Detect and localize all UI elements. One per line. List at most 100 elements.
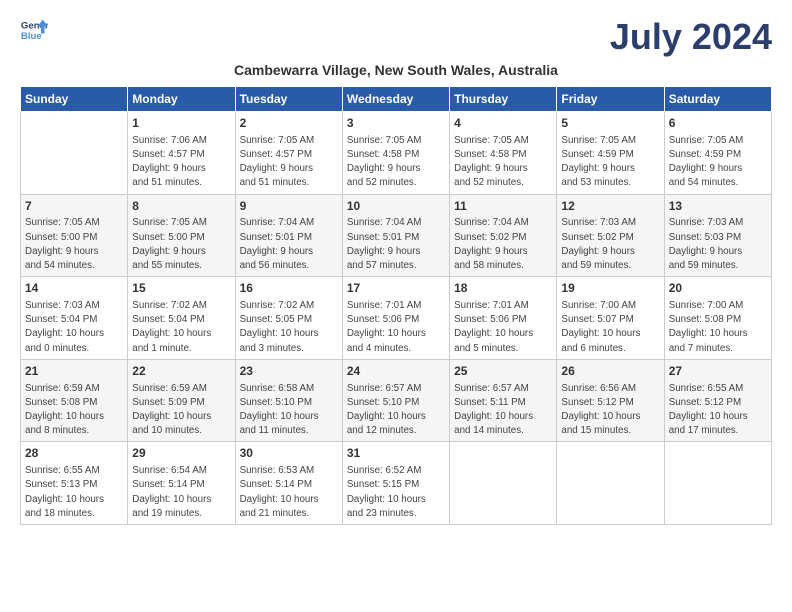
calendar-cell: 21 Sunrise: 6:59 AM Sunset: 5:08 PM Dayli… [21,359,128,442]
day-number: 17 [347,280,445,297]
day-info: Sunrise: 7:06 AM Sunset: 4:57 PM Dayligh… [132,134,230,191]
calendar-cell: 1 Sunrise: 7:06 AM Sunset: 4:57 PM Daylig… [128,112,235,195]
day-info: Sunrise: 7:04 AM Sunset: 5:02 PM Dayligh… [454,216,552,273]
day-info: Sunrise: 7:05 AM Sunset: 5:00 PM Dayligh… [132,216,230,273]
day-info: Sunrise: 7:05 AM Sunset: 4:58 PM Dayligh… [454,134,552,191]
calendar-cell [664,442,771,525]
calendar-cell: 9Sunrise: 7:04 AM Sunset: 5:01 PM Daylig… [235,194,342,277]
day-number: 14 [25,280,123,297]
day-number: 2 [240,115,338,132]
calendar-cell: 19 Sunrise: 7:00 AM Sunset: 5:07 PM Dayli… [557,277,664,360]
calendar-cell: 30Sunrise: 6:53 AM Sunset: 5:14 PM Dayli… [235,442,342,525]
day-info: Sunrise: 7:02 AM Sunset: 5:05 PM Dayligh… [240,299,338,356]
day-number: 16 [240,280,338,297]
day-number: 25 [454,363,552,380]
logo: General Blue [20,16,48,44]
calendar-cell: 22 Sunrise: 6:59 AM Sunset: 5:09 PM Dayli… [128,359,235,442]
day-number: 8 [132,198,230,215]
calendar-cell: 11Sunrise: 7:04 AM Sunset: 5:02 PM Dayli… [450,194,557,277]
day-number: 19 [561,280,659,297]
calendar-cell [21,112,128,195]
calendar-cell: 23 Sunrise: 6:58 AM Sunset: 5:10 PM Dayli… [235,359,342,442]
day-number: 27 [669,363,767,380]
calendar-cell: 29 Sunrise: 6:54 AM Sunset: 5:14 PM Dayli… [128,442,235,525]
calendar-cell: 25 Sunrise: 6:57 AM Sunset: 5:11 PM Dayli… [450,359,557,442]
calendar-cell: 26 Sunrise: 6:56 AM Sunset: 5:12 PM Dayli… [557,359,664,442]
calendar-cell: 20 Sunrise: 7:00 AM Sunset: 5:08 PM Dayli… [664,277,771,360]
day-info: Sunrise: 7:03 AM Sunset: 5:03 PM Dayligh… [669,216,767,273]
day-info: Sunrise: 7:04 AM Sunset: 5:01 PM Dayligh… [347,216,445,273]
day-number: 31 [347,445,445,462]
day-info: Sunrise: 6:57 AM Sunset: 5:11 PM Dayligh… [454,382,552,439]
weekday-header-thursday: Thursday [450,87,557,112]
day-number: 21 [25,363,123,380]
day-number: 28 [25,445,123,462]
day-info: Sunrise: 6:58 AM Sunset: 5:10 PM Dayligh… [240,382,338,439]
day-info: Sunrise: 6:55 AM Sunset: 5:12 PM Dayligh… [669,382,767,439]
day-info: Sunrise: 7:00 AM Sunset: 5:07 PM Dayligh… [561,299,659,356]
weekday-header-tuesday: Tuesday [235,87,342,112]
day-number: 7 [25,198,123,215]
day-number: 30 [240,445,338,462]
weekday-header-sunday: Sunday [21,87,128,112]
day-info: Sunrise: 6:56 AM Sunset: 5:12 PM Dayligh… [561,382,659,439]
calendar-cell: 6Sunrise: 7:05 AM Sunset: 4:59 PM Daylig… [664,112,771,195]
day-number: 23 [240,363,338,380]
day-number: 20 [669,280,767,297]
logo-icon: General Blue [20,16,48,44]
svg-text:Blue: Blue [21,31,42,42]
day-info: Sunrise: 6:54 AM Sunset: 5:14 PM Dayligh… [132,464,230,521]
day-info: Sunrise: 7:05 AM Sunset: 5:00 PM Dayligh… [25,216,123,273]
day-number: 1 [132,115,230,132]
calendar-cell: 24 Sunrise: 6:57 AM Sunset: 5:10 PM Dayli… [342,359,449,442]
calendar-week-row: 14 Sunrise: 7:03 AM Sunset: 5:04 PM Dayli… [21,277,772,360]
calendar-header-row: SundayMondayTuesdayWednesdayThursdayFrid… [21,87,772,112]
header: General Blue July 2024 [20,16,772,58]
day-number: 11 [454,198,552,215]
day-number: 12 [561,198,659,215]
day-info: Sunrise: 7:03 AM Sunset: 5:04 PM Dayligh… [25,299,123,356]
calendar-cell [450,442,557,525]
day-info: Sunrise: 6:55 AM Sunset: 5:13 PM Dayligh… [25,464,123,521]
calendar-cell: 27 Sunrise: 6:55 AM Sunset: 5:12 PM Dayli… [664,359,771,442]
calendar-cell [557,442,664,525]
day-number: 26 [561,363,659,380]
calendar-week-row: 7Sunrise: 7:05 AM Sunset: 5:00 PM Daylig… [21,194,772,277]
calendar-cell: 31Sunrise: 6:52 AM Sunset: 5:15 PM Dayli… [342,442,449,525]
day-info: Sunrise: 7:00 AM Sunset: 5:08 PM Dayligh… [669,299,767,356]
calendar-cell: 18Sunrise: 7:01 AM Sunset: 5:06 PM Dayli… [450,277,557,360]
day-info: Sunrise: 7:05 AM Sunset: 4:58 PM Dayligh… [347,134,445,191]
calendar-cell: 4 Sunrise: 7:05 AM Sunset: 4:58 PM Daylig… [450,112,557,195]
day-number: 15 [132,280,230,297]
day-info: Sunrise: 6:59 AM Sunset: 5:08 PM Dayligh… [25,382,123,439]
calendar-cell: 8Sunrise: 7:05 AM Sunset: 5:00 PM Daylig… [128,194,235,277]
calendar-cell: 3Sunrise: 7:05 AM Sunset: 4:58 PM Daylig… [342,112,449,195]
weekday-header-wednesday: Wednesday [342,87,449,112]
day-info: Sunrise: 6:59 AM Sunset: 5:09 PM Dayligh… [132,382,230,439]
day-info: Sunrise: 7:01 AM Sunset: 5:06 PM Dayligh… [454,299,552,356]
calendar-week-row: 28 Sunrise: 6:55 AM Sunset: 5:13 PM Dayli… [21,442,772,525]
day-number: 10 [347,198,445,215]
calendar-cell: 13Sunrise: 7:03 AM Sunset: 5:03 PM Dayli… [664,194,771,277]
day-number: 6 [669,115,767,132]
day-number: 9 [240,198,338,215]
calendar-table: SundayMondayTuesdayWednesdayThursdayFrid… [20,86,772,525]
day-number: 22 [132,363,230,380]
day-info: Sunrise: 6:57 AM Sunset: 5:10 PM Dayligh… [347,382,445,439]
calendar-cell: 16 Sunrise: 7:02 AM Sunset: 5:05 PM Dayli… [235,277,342,360]
calendar-cell: 28 Sunrise: 6:55 AM Sunset: 5:13 PM Dayli… [21,442,128,525]
day-number: 13 [669,198,767,215]
calendar-week-row: 1 Sunrise: 7:06 AM Sunset: 4:57 PM Daylig… [21,112,772,195]
day-info: Sunrise: 7:01 AM Sunset: 5:06 PM Dayligh… [347,299,445,356]
calendar-cell: 12Sunrise: 7:03 AM Sunset: 5:02 PM Dayli… [557,194,664,277]
day-info: Sunrise: 7:04 AM Sunset: 5:01 PM Dayligh… [240,216,338,273]
day-number: 29 [132,445,230,462]
calendar-cell: 10Sunrise: 7:04 AM Sunset: 5:01 PM Dayli… [342,194,449,277]
day-number: 4 [454,115,552,132]
day-number: 24 [347,363,445,380]
page-title: July 2024 [610,16,772,58]
day-info: Sunrise: 7:03 AM Sunset: 5:02 PM Dayligh… [561,216,659,273]
calendar-week-row: 21 Sunrise: 6:59 AM Sunset: 5:08 PM Dayli… [21,359,772,442]
calendar-cell: 14 Sunrise: 7:03 AM Sunset: 5:04 PM Dayli… [21,277,128,360]
day-info: Sunrise: 7:05 AM Sunset: 4:57 PM Dayligh… [240,134,338,191]
